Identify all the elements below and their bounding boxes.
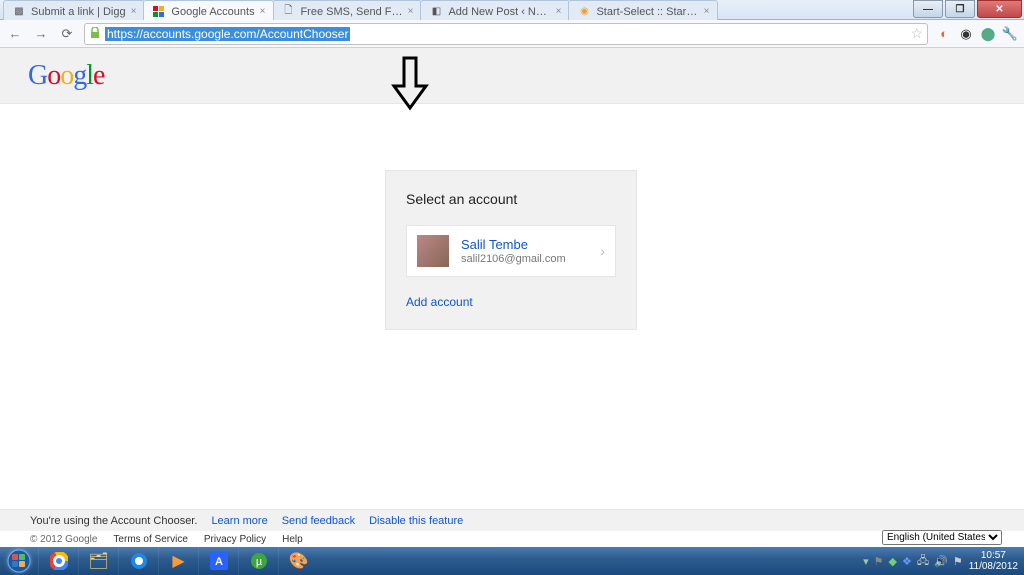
disable-feature-link[interactable]: Disable this feature (369, 515, 463, 527)
tab-title: Submit a link | Digg (31, 6, 126, 18)
tab-title: Add New Post ‹ Nuclearrar (448, 6, 550, 18)
favicon-wp: ◧ (429, 5, 443, 19)
wrench-icon[interactable]: 🔧 (1002, 26, 1018, 42)
forward-button[interactable]: → (32, 25, 50, 43)
favicon-digg: ▩ (12, 5, 26, 19)
account-email: salil2106@gmail.com (461, 253, 600, 265)
account-row[interactable]: Salil Tembe salil2106@gmail.com › (406, 225, 616, 277)
maximize-button[interactable]: ❐ (945, 0, 975, 18)
task-teamviewer[interactable] (118, 547, 158, 575)
account-info: Salil Tembe salil2106@gmail.com (461, 237, 600, 265)
language-selector[interactable]: English (United States) (882, 528, 1002, 545)
chooser-text: You're using the Account Chooser. (30, 515, 197, 527)
back-button[interactable]: ← (6, 25, 24, 43)
reload-button[interactable]: ⟳ (58, 25, 76, 43)
close-icon[interactable]: × (556, 6, 562, 17)
task-paint[interactable]: 🎨 (278, 547, 318, 575)
bookmark-star-icon[interactable]: ☆ (910, 25, 923, 42)
tab-strip: ▩ Submit a link | Digg × Google Accounts… (0, 0, 911, 20)
tab-free-sms[interactable]: 🗋 Free SMS, Send Free SMS, S × (272, 0, 422, 20)
taskbar: 🗂 ▶ A µ 🎨 ▾ ⚑ ◆ ❖ 🖧 🔊 ⚑ 10:57 11/08/2012 (0, 547, 1024, 575)
arrow-annotation (390, 56, 430, 114)
tray-icon[interactable]: ▾ (863, 555, 869, 568)
clock-date: 11/08/2012 (969, 561, 1018, 572)
close-icon[interactable]: × (408, 6, 414, 17)
task-chrome[interactable] (38, 547, 78, 575)
page-content: Google Select an account Salil Tembe sal… (0, 48, 1024, 508)
tab-digg[interactable]: ▩ Submit a link | Digg × (3, 0, 145, 20)
tray-flag-icon[interactable]: ⚑ (953, 555, 963, 568)
task-app-a[interactable]: A (198, 547, 238, 575)
svg-text:A: A (215, 556, 223, 568)
privacy-link[interactable]: Privacy Policy (204, 534, 266, 545)
chevron-right-icon: › (600, 243, 605, 259)
system-tray: ▾ ⚑ ◆ ❖ 🖧 🔊 ⚑ 10:57 11/08/2012 (863, 547, 1024, 575)
account-name: Salil Tembe (461, 237, 600, 253)
browser-toolbar: ← → ⟳ https://accounts.google.com/Accoun… (0, 20, 1024, 48)
url-text: https://accounts.google.com/AccountChoos… (105, 27, 350, 41)
close-icon[interactable]: × (704, 6, 710, 17)
account-chooser-card: Select an account Salil Tembe salil2106@… (385, 170, 637, 330)
tray-icon[interactable]: ❖ (902, 555, 912, 568)
learn-more-link[interactable]: Learn more (211, 515, 267, 527)
tray-network-icon[interactable]: 🖧 (917, 552, 929, 571)
tab-title: Start-Select :: Start/Select (596, 6, 698, 18)
add-account-link[interactable]: Add account (406, 295, 616, 309)
copyright: © 2012 Google (30, 534, 97, 545)
tray-volume-icon[interactable]: 🔊 (934, 555, 948, 568)
language-select[interactable]: English (United States) (882, 530, 1002, 545)
ext-icon-3[interactable]: ⬤ (980, 26, 996, 42)
svg-text:µ: µ (255, 556, 262, 568)
tab-google-accounts[interactable]: Google Accounts × (143, 0, 274, 20)
footer-legal: © 2012 Google Terms of Service Privacy P… (0, 531, 1024, 547)
tray-icon[interactable]: ◆ (889, 555, 897, 568)
tab-title: Free SMS, Send Free SMS, S (300, 6, 402, 18)
close-icon[interactable]: × (131, 6, 137, 17)
pinned-apps: 🗂 ▶ A µ 🎨 (38, 547, 318, 575)
card-title: Select an account (406, 191, 616, 207)
tab-add-post[interactable]: ◧ Add New Post ‹ Nuclearrar × (420, 0, 570, 20)
extension-icons: ◐ ◉ ⬤ 🔧 (936, 26, 1018, 42)
tray-icons: ▾ ⚑ ◆ ❖ 🖧 🔊 ⚑ (863, 552, 963, 571)
google-logo: Google (28, 60, 104, 92)
task-media[interactable]: ▶ (158, 547, 198, 575)
lock-icon (89, 27, 103, 41)
window-title-bar: ▩ Submit a link | Digg × Google Accounts… (0, 0, 1024, 20)
favicon-google (152, 5, 166, 19)
task-utorrent[interactable]: µ (238, 547, 278, 575)
ext-icon-2[interactable]: ◉ (958, 26, 974, 42)
start-button[interactable] (0, 547, 38, 575)
google-header: Google (0, 48, 1024, 104)
footer-bar: You're using the Account Chooser. Learn … (0, 509, 1024, 531)
tray-icon[interactable]: ⚑ (874, 555, 884, 568)
clock-time: 10:57 (969, 550, 1018, 561)
address-bar[interactable]: https://accounts.google.com/AccountChoos… (84, 23, 928, 45)
send-feedback-link[interactable]: Send feedback (282, 515, 355, 527)
favicon-start: ◉ (577, 5, 591, 19)
tos-link[interactable]: Terms of Service (113, 534, 187, 545)
window-controls: — ❐ ✕ (911, 0, 1022, 18)
ext-icon-1[interactable]: ◐ (936, 26, 952, 42)
minimize-button[interactable]: — (913, 0, 943, 18)
clock[interactable]: 10:57 11/08/2012 (969, 550, 1018, 572)
help-link[interactable]: Help (282, 534, 303, 545)
avatar (417, 235, 449, 267)
favicon-generic: 🗋 (281, 5, 295, 19)
tab-start-select[interactable]: ◉ Start-Select :: Start/Select × (568, 0, 718, 20)
close-icon[interactable]: × (260, 6, 266, 17)
task-explorer[interactable]: 🗂 (78, 547, 118, 575)
close-button[interactable]: ✕ (977, 0, 1022, 18)
tab-title: Google Accounts (171, 6, 254, 18)
